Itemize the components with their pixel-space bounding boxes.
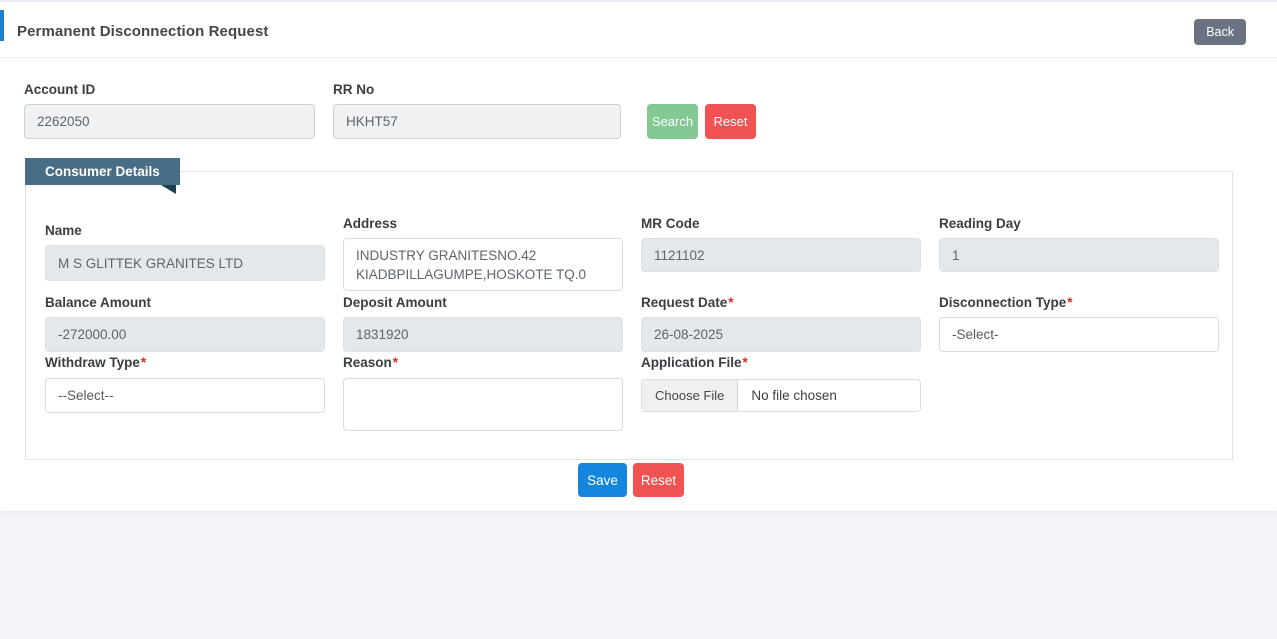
disconnection-type-label: Disconnection Type* bbox=[939, 295, 1073, 310]
address-textarea[interactable]: INDUSTRY GRANITESNO.42 KIADBPILLAGUMPE,H… bbox=[343, 238, 623, 291]
required-asterisk: * bbox=[728, 295, 734, 310]
withdraw-type-label-text: Withdraw Type bbox=[45, 355, 140, 370]
request-date-input bbox=[641, 317, 921, 352]
back-button[interactable]: Back bbox=[1194, 19, 1246, 45]
balance-amount-input bbox=[45, 317, 325, 352]
form-reset-button[interactable]: Reset bbox=[633, 463, 684, 497]
reading-day-input bbox=[939, 238, 1219, 272]
file-chosen-status: No file chosen bbox=[751, 388, 837, 403]
page-title: Permanent Disconnection Request bbox=[17, 23, 269, 40]
consumer-details-panel: Consumer Details Name Address INDUSTRY G… bbox=[25, 158, 1233, 460]
reason-label-text: Reason bbox=[343, 355, 392, 370]
application-file-label-text: Application File bbox=[641, 355, 742, 370]
consumer-details-tab: Consumer Details bbox=[25, 158, 180, 185]
mr-code-input bbox=[641, 238, 921, 272]
title-accent-bar bbox=[0, 10, 4, 41]
balance-amount-label: Balance Amount bbox=[45, 295, 152, 310]
rr-no-label: RR No bbox=[333, 82, 375, 97]
search-button[interactable]: Search bbox=[647, 104, 698, 139]
request-date-label: Request Date* bbox=[641, 295, 734, 310]
choose-file-button[interactable]: Choose File bbox=[642, 380, 739, 411]
reading-day-label: Reading Day bbox=[939, 216, 1021, 231]
required-asterisk: * bbox=[392, 355, 399, 370]
required-asterisk: * bbox=[140, 355, 147, 370]
page-header: Permanent Disconnection Request Back bbox=[0, 2, 1277, 58]
reason-textarea[interactable] bbox=[343, 378, 623, 431]
rr-no-input[interactable] bbox=[333, 104, 621, 139]
name-label: Name bbox=[45, 223, 82, 238]
save-button[interactable]: Save bbox=[578, 463, 627, 497]
search-reset-button[interactable]: Reset bbox=[705, 104, 756, 139]
tab-notch-decoration bbox=[161, 185, 176, 194]
deposit-amount-input bbox=[343, 317, 623, 352]
mr-code-label: MR Code bbox=[641, 216, 700, 231]
account-id-label: Account ID bbox=[24, 82, 96, 97]
required-asterisk: * bbox=[1067, 295, 1073, 310]
application-file-label: Application File* bbox=[641, 355, 748, 370]
address-label: Address bbox=[343, 216, 398, 231]
content-card: Permanent Disconnection Request Back Acc… bbox=[0, 0, 1277, 511]
withdraw-type-label: Withdraw Type* bbox=[45, 355, 146, 370]
deposit-amount-label: Deposit Amount bbox=[343, 295, 447, 310]
name-input bbox=[45, 245, 325, 281]
account-id-input[interactable] bbox=[24, 104, 315, 139]
application-file-input[interactable]: Choose File No file chosen bbox=[641, 379, 921, 412]
reason-label: Reason* bbox=[343, 355, 398, 370]
disconnection-type-select[interactable]: -Select- bbox=[939, 317, 1219, 352]
required-asterisk: * bbox=[742, 355, 748, 370]
disconnection-type-label-text: Disconnection Type bbox=[939, 295, 1067, 310]
withdraw-type-select[interactable]: --Select-- bbox=[45, 378, 325, 413]
request-date-label-text: Request Date bbox=[641, 295, 728, 310]
